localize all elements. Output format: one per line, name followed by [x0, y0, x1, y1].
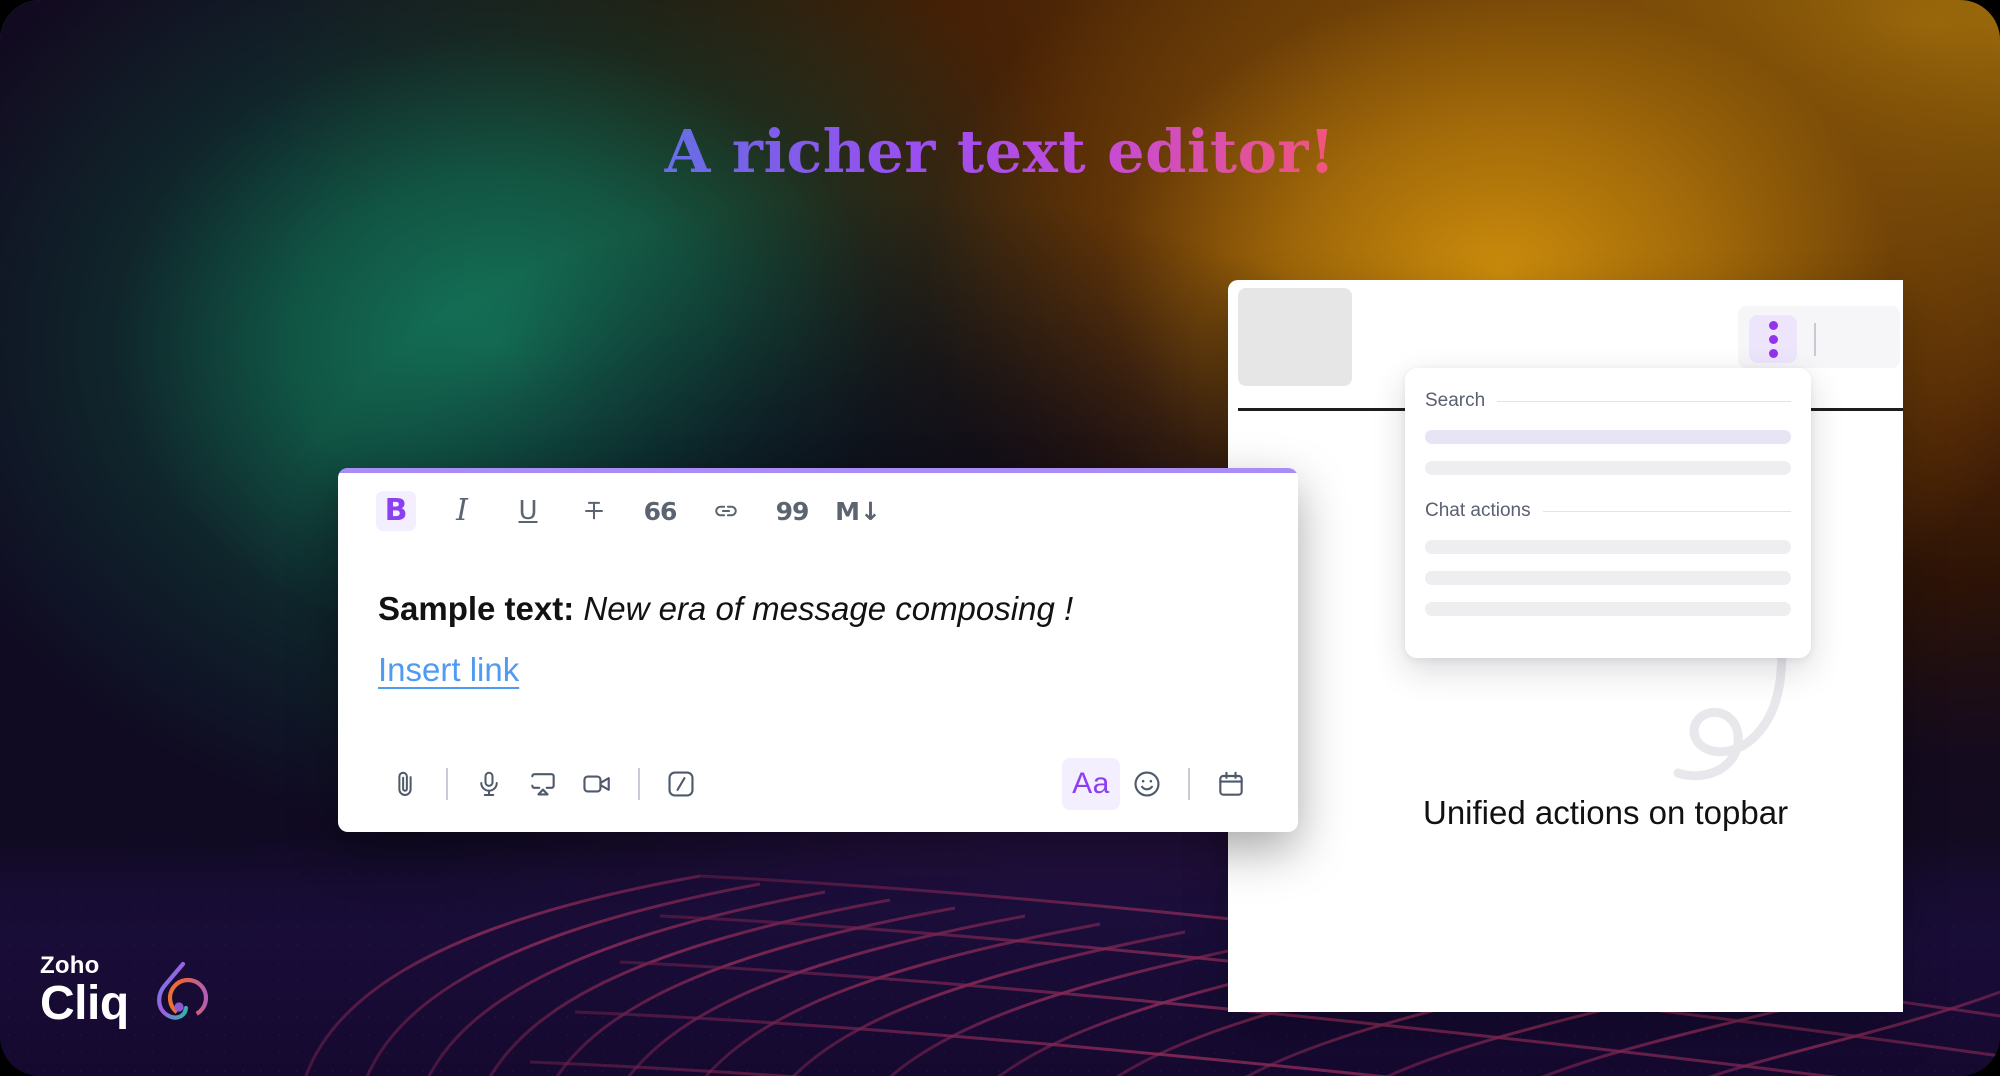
dropdown-item-placeholder[interactable]: [1425, 461, 1791, 475]
logo-wordmark: Zoho Cliq: [40, 954, 129, 1028]
bold-icon: B: [384, 493, 408, 528]
schedule-message-button[interactable]: [1204, 758, 1258, 810]
feature-caption: Unified actions on topbar: [1423, 794, 1789, 831]
composer-actions-left: [378, 758, 708, 810]
zoho-cliq-logo: Zoho Cliq: [40, 954, 213, 1028]
dropdown-section-label: Chat actions: [1425, 500, 1531, 521]
avatar-placeholder: [1238, 288, 1352, 386]
text-formatting-button[interactable]: Aa: [1062, 758, 1120, 810]
dropdown-item-placeholder[interactable]: [1425, 602, 1791, 616]
kebab-dot-icon: [1768, 320, 1778, 330]
logo-cliq-text: Cliq: [40, 977, 129, 1030]
markdown-icon: M↓: [835, 496, 881, 526]
dropdown-section-label: Search: [1425, 390, 1486, 411]
sample-italic-text: New era of message composing !: [583, 590, 1074, 627]
slide-canvas: A richer text editor! Search Chat action…: [0, 0, 2000, 1076]
audio-message-button[interactable]: [462, 758, 516, 810]
smiley-icon: [1134, 771, 1160, 797]
underline-icon: U: [518, 496, 538, 526]
link-icon: [715, 505, 737, 517]
bold-button[interactable]: B: [376, 491, 416, 531]
italic-icon: I: [456, 493, 468, 528]
section-rule: [1542, 510, 1791, 512]
action-separator: [446, 768, 448, 800]
dropdown-item-placeholder[interactable]: [1425, 571, 1791, 585]
strikethrough-button[interactable]: [574, 491, 614, 531]
kebab-dot-icon: [1768, 334, 1778, 344]
microphone-icon: [480, 771, 498, 796]
composer-actions-right: Aa: [1062, 758, 1258, 810]
section-rule: [1497, 400, 1791, 402]
markdown-button[interactable]: M↓: [835, 491, 881, 531]
formatting-toolbar: B I U 66 99 M↓: [338, 473, 881, 531]
insert-link-button[interactable]: [706, 491, 746, 531]
dropdown-item-placeholder[interactable]: [1425, 430, 1791, 444]
screen-share-icon: [531, 773, 555, 796]
slash-command-icon: [668, 771, 694, 797]
insert-link-text[interactable]: Insert link: [378, 651, 519, 689]
cliq-six-mark-icon: [156, 961, 208, 1020]
dropdown-section-header-search: Search: [1425, 390, 1791, 412]
strikethrough-icon: [585, 501, 603, 520]
dropdown-item-placeholder[interactable]: [1425, 540, 1791, 554]
composer-content[interactable]: Sample text: New era of message composin…: [378, 588, 1258, 689]
quote-close-icon: 99: [775, 496, 810, 526]
video-call-button[interactable]: [570, 758, 624, 810]
composer-action-bar: Aa: [338, 736, 1298, 832]
underline-button[interactable]: U: [508, 491, 548, 531]
sample-bold-text: Sample text:: [378, 590, 575, 627]
quote-open-icon: 66: [643, 496, 678, 526]
aa-icon: Aa: [1072, 767, 1110, 800]
attach-file-button[interactable]: [378, 758, 432, 810]
page-title: A richer text editor!: [0, 117, 2000, 186]
swirl-decoration-icon: [1673, 645, 1787, 781]
video-camera-icon: [583, 775, 610, 793]
logo-zoho-text: Zoho: [40, 952, 100, 979]
blockquote-close-button[interactable]: 99: [772, 491, 812, 531]
chat-actions-dropdown[interactable]: Search Chat actions: [1405, 368, 1811, 658]
kebab-dot-icon: [1768, 348, 1778, 358]
topbar-separator: [1814, 323, 1816, 356]
action-separator: [638, 768, 640, 800]
blockquote-open-button[interactable]: 66: [640, 491, 680, 531]
action-separator: [1188, 768, 1190, 800]
sample-message-line: Sample text: New era of message composin…: [378, 588, 1258, 631]
screen-share-button[interactable]: [516, 758, 570, 810]
emoji-picker-button[interactable]: [1120, 758, 1174, 810]
calendar-icon: [1219, 771, 1243, 796]
paperclip-icon: [398, 771, 412, 796]
slash-command-button[interactable]: [654, 758, 708, 810]
more-actions-button[interactable]: [1749, 315, 1797, 363]
message-composer-card: B I U 66 99 M↓ Sample text: New era of m…: [338, 468, 1298, 832]
italic-button[interactable]: I: [442, 491, 482, 531]
dropdown-section-header-chat-actions: Chat actions: [1425, 500, 1791, 522]
